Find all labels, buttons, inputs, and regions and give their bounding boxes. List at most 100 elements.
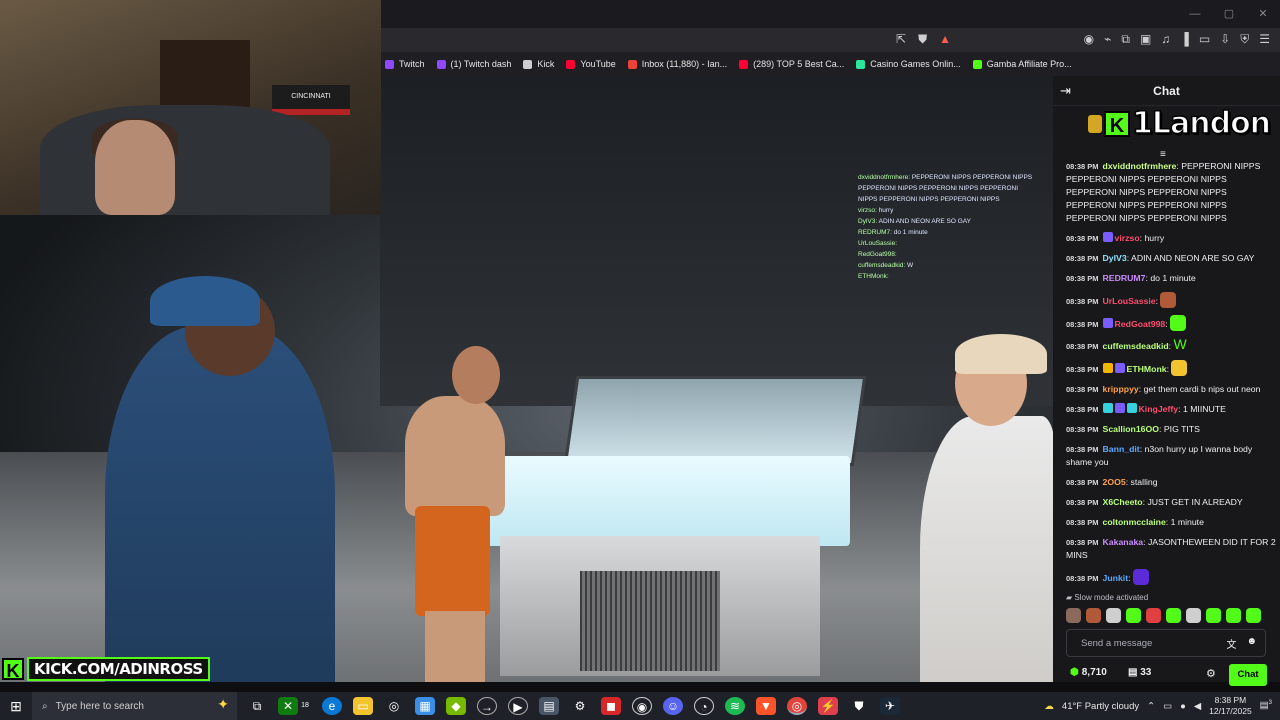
- share-icon[interactable]: ⇱: [896, 32, 906, 47]
- quick-emote-icon[interactable]: [1186, 608, 1201, 623]
- chat-emote-icon[interactable]: [1160, 292, 1177, 308]
- user-badge-icon[interactable]: [1126, 403, 1137, 413]
- bookmark-item[interactable]: (289) TOP 5 Best Ca...: [739, 59, 844, 69]
- chat-username[interactable]: ETHMonk: [1127, 364, 1167, 374]
- mic-icon[interactable]: ●: [1180, 701, 1186, 712]
- app-icon[interactable]: ◔: [694, 697, 714, 715]
- app-icon[interactable]: →: [477, 697, 497, 715]
- chat-username[interactable]: UrLouSassie: [1103, 296, 1156, 306]
- emoji-icon[interactable]: ☻: [1246, 636, 1257, 651]
- chat-settings-icon[interactable]: ⚙: [1206, 667, 1216, 680]
- task-view-icon[interactable]: ⧉: [247, 697, 267, 715]
- chat-emote-icon[interactable]: [1132, 569, 1149, 585]
- chat-emote-icon[interactable]: [1170, 315, 1187, 331]
- weather-text[interactable]: 41°F Partly cloudy: [1062, 701, 1139, 712]
- quick-emote-icon[interactable]: [1226, 608, 1241, 623]
- weather-icon[interactable]: ☁: [1044, 701, 1054, 712]
- quick-emote-icon[interactable]: [1166, 608, 1181, 623]
- chat-username[interactable]: REDRUM7: [1103, 273, 1146, 283]
- quick-emote-icon[interactable]: [1206, 608, 1221, 623]
- menu-icon[interactable]: ☰: [1259, 32, 1270, 47]
- quick-emote-icon[interactable]: [1086, 608, 1101, 623]
- extension-icon[interactable]: ⌁: [1104, 32, 1111, 47]
- brave-rewards-icon[interactable]: ▲: [939, 32, 951, 47]
- chat-username[interactable]: X6Cheeto: [1103, 497, 1143, 507]
- channel-points[interactable]: ⬢ 8,710: [1070, 667, 1107, 678]
- calculator-icon[interactable]: ▤: [539, 697, 559, 715]
- store-icon[interactable]: ▦: [415, 697, 435, 715]
- user-badge-icon[interactable]: [1114, 363, 1125, 373]
- quick-emote-icon[interactable]: [1126, 608, 1141, 623]
- chat-username[interactable]: Kakanaka: [1103, 537, 1144, 547]
- gift-subs[interactable]: ▤ 33: [1128, 667, 1151, 678]
- windows-start-icon[interactable]: ⊞: [0, 698, 32, 715]
- puzzle-icon[interactable]: ⧉: [1121, 32, 1130, 47]
- chat-username[interactable]: dxviddnotfrmhere: [1103, 161, 1177, 171]
- discord-icon[interactable]: ☺: [663, 697, 683, 715]
- brave-shield-icon[interactable]: ⛊: [918, 32, 927, 47]
- app-icon[interactable]: ◎: [384, 697, 404, 715]
- app-red-icon[interactable]: ◼: [601, 697, 621, 715]
- chat-input[interactable]: Send a message 文 ☻: [1066, 629, 1266, 657]
- chat-username[interactable]: DylV3: [1103, 253, 1127, 263]
- user-badge-icon[interactable]: [1102, 318, 1113, 328]
- minimize-icon[interactable]: —: [1178, 0, 1212, 28]
- quick-emote-icon[interactable]: [1146, 608, 1161, 623]
- media-icon[interactable]: ♫: [1161, 32, 1170, 47]
- bookmark-item[interactable]: Kick: [523, 59, 554, 69]
- settings-icon[interactable]: ⚙: [570, 697, 590, 715]
- close-icon[interactable]: ✕: [1246, 0, 1280, 28]
- nvidia-icon[interactable]: ◆: [446, 697, 466, 715]
- chrome-icon[interactable]: ◎: [787, 697, 807, 715]
- download-icon[interactable]: ⇩: [1220, 32, 1230, 47]
- user-badge-icon[interactable]: [1102, 232, 1113, 242]
- chat-username[interactable]: KingJeffy: [1139, 404, 1179, 414]
- network-icon[interactable]: ▭: [1163, 701, 1172, 712]
- chat-username[interactable]: Scallion16OO: [1103, 424, 1160, 434]
- chat-username[interactable]: kripppyy: [1103, 384, 1139, 394]
- user-badge-icon[interactable]: [1114, 403, 1125, 413]
- screenshot-icon[interactable]: ▣: [1140, 32, 1151, 47]
- quick-emote-icon[interactable]: [1066, 608, 1081, 623]
- chat-username[interactable]: 2OO5: [1103, 477, 1126, 487]
- sidebar-icon[interactable]: ▐: [1180, 32, 1189, 47]
- steam-icon[interactable]: ✈: [880, 697, 900, 715]
- brave-icon[interactable]: ▼: [756, 697, 776, 715]
- chat-emote-icon[interactable]: [1171, 360, 1188, 376]
- edge-icon[interactable]: e: [322, 697, 342, 715]
- bookmark-item[interactable]: Casino Games Onlin...: [856, 59, 961, 69]
- bookmark-item[interactable]: YouTube: [566, 59, 616, 69]
- quick-emote-icon[interactable]: [1246, 608, 1261, 623]
- user-badge-icon[interactable]: [1102, 363, 1113, 373]
- restore-icon[interactable]: ▢: [1212, 0, 1246, 28]
- chat-username[interactable]: RedGoat998: [1115, 319, 1166, 329]
- file-explorer-icon[interactable]: ▭: [353, 697, 373, 715]
- bookmark-item[interactable]: (1) Twitch dash: [436, 59, 511, 69]
- quick-emote-icon[interactable]: [1106, 608, 1121, 623]
- bookmark-item[interactable]: Inbox (11,880) - Ian...: [627, 59, 727, 69]
- media-player-icon[interactable]: ▶: [508, 697, 528, 715]
- volume-icon[interactable]: ◀: [1194, 701, 1201, 712]
- translate-icon[interactable]: 文: [1226, 636, 1236, 651]
- chevron-up-icon[interactable]: ⌃: [1147, 701, 1155, 712]
- vpn-icon[interactable]: ⛨: [1240, 32, 1249, 47]
- chat-username[interactable]: Junkit: [1103, 573, 1129, 583]
- bookmark-item[interactable]: Twitch: [385, 59, 425, 69]
- vpn-app-icon[interactable]: ⛊: [849, 697, 869, 715]
- chat-username[interactable]: virzso: [1115, 233, 1140, 243]
- obs-icon[interactable]: ◉: [632, 697, 652, 715]
- scroll-handle-icon[interactable]: ≡: [1160, 149, 1166, 160]
- bookmark-item[interactable]: Gamba Affiliate Pro...: [972, 59, 1072, 69]
- extension-icon[interactable]: ◉: [1084, 32, 1094, 47]
- chat-username[interactable]: Bann_dit: [1103, 444, 1140, 454]
- send-chat-button[interactable]: Chat: [1229, 664, 1267, 686]
- chat-username[interactable]: cuffemsdeadkid: [1103, 341, 1169, 351]
- chat-username[interactable]: coltonmcclaine: [1103, 517, 1166, 527]
- notifications-icon[interactable]: ▤3: [1260, 700, 1272, 711]
- taskbar-search[interactable]: ⌕ Type here to search ✦: [32, 692, 237, 720]
- wallet-icon[interactable]: ▭: [1199, 32, 1210, 47]
- user-badge-icon[interactable]: [1102, 403, 1113, 413]
- taskbar-clock[interactable]: 8:38 PM 12/17/2025: [1209, 695, 1252, 717]
- spotify-icon[interactable]: ≋: [725, 697, 745, 715]
- app-red-icon[interactable]: ⚡: [818, 697, 838, 715]
